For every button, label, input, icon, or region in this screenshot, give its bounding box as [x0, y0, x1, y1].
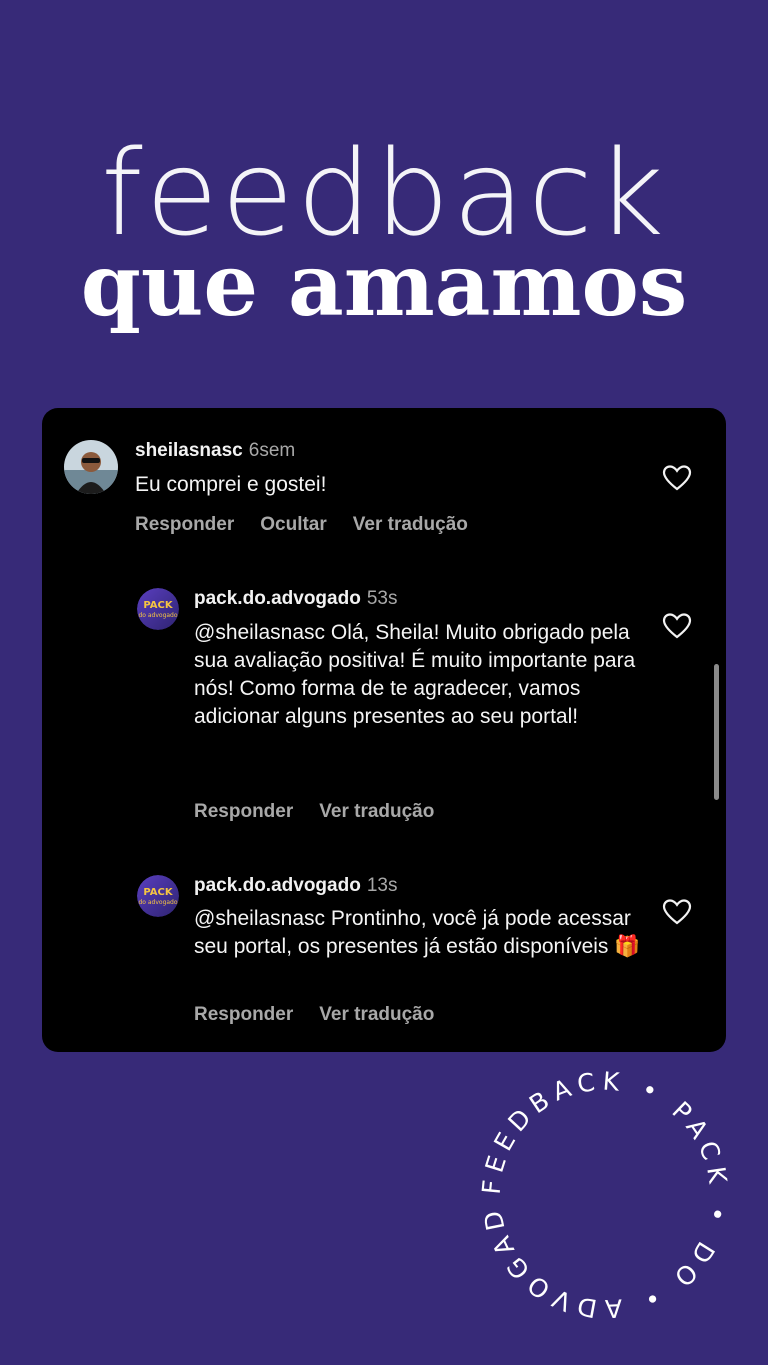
comment-time: 53s — [366, 588, 398, 609]
comment-actions: Responder Ver tradução — [194, 801, 460, 823]
comment-time: 6sem — [248, 440, 296, 461]
reply-button[interactable]: Responder — [194, 801, 293, 822]
svg-text:PACK: PACK — [143, 887, 173, 898]
comments-card: sheilasnasc 6sem Eu comprei e gostei! Res… — [42, 408, 726, 1052]
reply-button[interactable]: Responder — [135, 514, 234, 535]
svg-text:do advogado: do advogado — [138, 612, 177, 619]
comment-username[interactable]: sheilasnasc — [135, 440, 243, 461]
svg-text:PACK: PACK — [143, 600, 173, 611]
comment-actions: Responder Ver tradução — [194, 1004, 460, 1026]
translate-button[interactable]: Ver tradução — [353, 514, 468, 535]
pack-logo-icon: PACK do advogado — [137, 875, 179, 917]
title-que-amamos: que amamos — [80, 235, 688, 336]
badge-text: FEEDBACK • PACK • DO • ADVOGADO • — [470, 1060, 733, 1323]
hide-button[interactable]: Ocultar — [260, 514, 327, 535]
circular-badge: FEEDBACK • PACK • DO • ADVOGADO • — [470, 1060, 733, 1323]
svg-text:do advogado: do advogado — [138, 899, 177, 906]
comment-actions: Responder Ocultar Ver tradução — [135, 514, 494, 536]
pack-logo-icon: PACK do advogado — [137, 588, 179, 630]
comment-text: @sheilasnasc Prontinho, você já pode ace… — [194, 907, 641, 958]
translate-button[interactable]: Ver tradução — [319, 1004, 434, 1025]
comment-meta: sheilasnasc 6sem — [135, 440, 295, 462]
comment-username[interactable]: pack.do.advogado — [194, 875, 361, 896]
heart-icon[interactable] — [662, 612, 692, 640]
comment-text: @sheilasnasc Olá, Sheila! Muito obrigado… — [194, 621, 636, 728]
scrollbar[interactable] — [714, 664, 719, 800]
badge-textpath: FEEDBACK • PACK • DO • ADVOGADO • — [470, 1060, 727, 1323]
heart-icon[interactable] — [662, 464, 692, 492]
pack-logo-avatar[interactable]: PACK do advogado — [137, 875, 179, 917]
comment-meta: pack.do.advogado 53s — [194, 588, 397, 610]
avatar-photo — [64, 440, 118, 494]
heart-icon[interactable] — [662, 898, 692, 926]
comment-username[interactable]: pack.do.advogado — [194, 588, 361, 609]
pack-logo-avatar[interactable]: PACK do advogado — [137, 588, 179, 630]
comment-meta: pack.do.advogado 13s — [194, 875, 397, 897]
avatar-sheilasnasc[interactable] — [64, 440, 118, 494]
comment-time: 13s — [366, 875, 398, 896]
reply-button[interactable]: Responder — [194, 1004, 293, 1025]
translate-button[interactable]: Ver tradução — [319, 801, 434, 822]
comment-text: Eu comprei e gostei! — [135, 473, 327, 496]
